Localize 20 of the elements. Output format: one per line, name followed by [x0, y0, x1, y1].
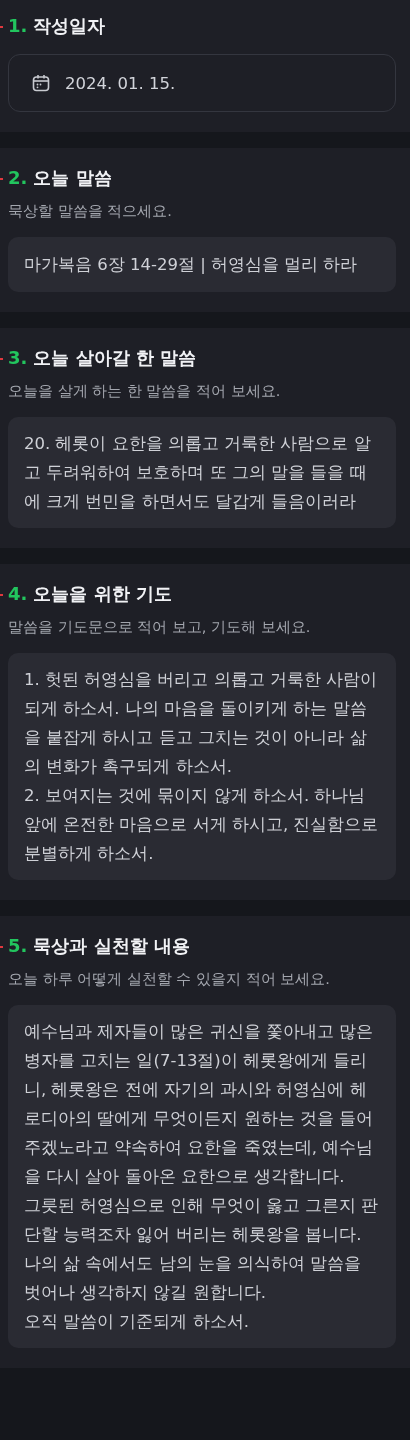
section-number: 5.	[8, 935, 28, 956]
section-title: 작성일자	[33, 14, 106, 38]
section-hint: 오늘 하루 어떻게 실천할 수 있을지 적어 보세요.	[8, 970, 331, 989]
answer-box[interactable]: 예수님과 제자들이 많은 귀신을 쫓아내고 많은 병자를 고치는 일(7-13절)이 헤롯왕에게 들리니, 헤롯왕은 전에 자기의 과시와 허영심에 헤로디아의 딸에게 무엇이든지 원하는 것을 들어 주겠노라고 약속하여 요한을 죽였는데, 예수님을 다시 살아 돌아온 요한으로 생각합니다. 그릇된 허영심으로 인해 무엇이 옳고 그른지 판단할 능력조차 잃어 버리는 헤롯왕을 봅니다. 나의 삶 속에서도 남의 눈을 의식하여 말씀을 벗어나 생각하지 않길 원합니다. 오직 말씀이 기준되게 하소서.	[8, 1005, 396, 1348]
section-number: 2.	[8, 167, 28, 188]
section-title: 오늘 말씀	[33, 166, 112, 190]
section-hint: 오늘을 살게 하는 한 말씀을 적어 보세요.	[8, 382, 282, 401]
answer-box[interactable]: 1. 헛된 허영심을 버리고 의롭고 거룩한 사람이 되게 하소서. 나의 마음을 돌이키게 하는 말씀을 붙잡게 하시고 듣고 그치는 것이 아니라 삶의 변화가 촉구되게 하소서. 2. 보여지는 것에 묶이지 않게 하소서. 하나님 앞에 온전한 마음으로 서게 하시고, 진실함으로 분별하게 하소서.	[8, 653, 396, 880]
section-title: 묵상과 실천할 내용	[33, 934, 190, 958]
section-number: 1.	[8, 15, 28, 36]
answer-box[interactable]: 20. 헤롯이 요한을 의롭고 거룩한 사람으로 알고 두려워하여 보호하며 또 그의 말을 들을 때에 크게 번민을 하면서도 달갑게 들음이러라	[8, 417, 396, 528]
section-hint: 묵상할 말씀을 적으세요.	[8, 202, 173, 221]
calendar-icon	[31, 73, 51, 93]
section-number: 4.	[8, 583, 28, 604]
answer-box[interactable]: 마가복음 6장 14-29절 | 허영심을 멀리 하라	[8, 237, 396, 292]
section-hint: 말씀을 기도문으로 적어 보고, 기도해 보세요.	[8, 618, 312, 637]
date-field[interactable]: 2024. 01. 15.	[8, 54, 396, 112]
section-number: 3.	[8, 347, 28, 368]
section-title: 오늘을 위한 기도	[33, 582, 172, 606]
section-title: 오늘 살아갈 한 말씀	[33, 346, 197, 370]
